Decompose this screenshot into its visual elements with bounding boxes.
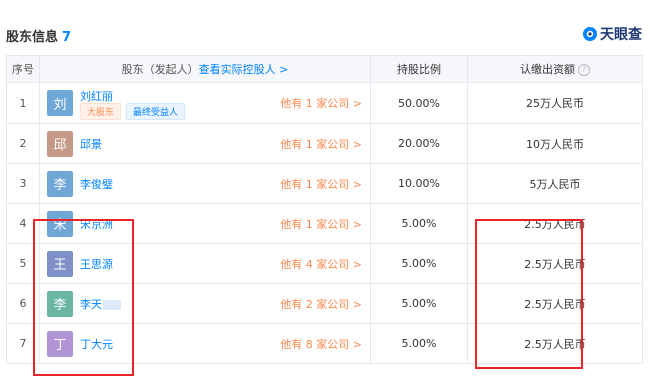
eye-logo-icon	[583, 27, 597, 41]
other-companies-link[interactable]: 他有 2 家公司 >	[280, 296, 362, 312]
major-shareholder-tag: 大股东	[80, 103, 122, 120]
other-companies-link[interactable]: 他有 1 家公司 >	[280, 136, 362, 152]
col-index-header: 序号	[6, 55, 40, 83]
other-companies-link[interactable]: 他有 4 家公司 >	[280, 256, 362, 272]
col-name-header: 股东（发起人）查看实际控股人 >	[39, 55, 371, 83]
table-row: 3 李 李俊璧 他有 1 家公司 > 10.00% 5万人民币	[6, 163, 643, 204]
row-index: 3	[6, 163, 40, 204]
col-ratio-header: 持股比例	[370, 55, 468, 83]
shareholder-count: 7	[62, 30, 72, 45]
capital-cell: 10万人民币	[467, 123, 643, 164]
tianyancha-logo[interactable]: 天眼查	[582, 24, 642, 44]
ratio-cell: 5.00%	[370, 203, 468, 244]
other-companies-link[interactable]: 他有 1 家公司 >	[280, 95, 362, 111]
ratio-cell: 5.00%	[370, 243, 468, 284]
other-companies-link[interactable]: 他有 1 家公司 >	[280, 216, 362, 232]
avatar: 刘	[47, 90, 73, 116]
avatar: 邱	[47, 130, 73, 157]
col-name-label: 股东（发起人）	[121, 63, 199, 76]
capital-cell: 25万人民币	[467, 82, 643, 124]
shareholder-tags: 大股东 最终受益人	[80, 103, 186, 120]
view-controller-link[interactable]: 查看实际控股人 >	[199, 63, 289, 76]
shareholder-cell: 刘 刘红丽 大股东 最终受益人 他有 1 家公司 >	[39, 82, 371, 124]
row-index: 1	[6, 82, 40, 124]
ratio-cell: 5.00%	[370, 323, 468, 364]
highlight-box-capital	[475, 219, 583, 369]
shareholder-cell: 邱 邱景 他有 1 家公司 >	[39, 123, 371, 164]
section-title: 股东信息 7	[6, 26, 71, 45]
ratio-cell: 20.00%	[370, 123, 468, 164]
table-row: 2 邱 邱景 他有 1 家公司 > 20.00% 10万人民币	[6, 123, 643, 164]
ratio-cell: 50.00%	[370, 82, 468, 124]
shareholder-name-link[interactable]: 邱景	[80, 136, 102, 152]
section-title-text: 股东信息	[6, 30, 59, 45]
beneficiary-tag: 最终受益人	[126, 103, 186, 120]
shareholder-name-link[interactable]: 刘红丽	[80, 88, 113, 104]
shareholder-cell: 李 李俊璧 他有 1 家公司 >	[39, 163, 371, 204]
capital-cell: 5万人民币	[467, 163, 643, 204]
shareholder-name-link[interactable]: 李俊璧	[80, 176, 113, 192]
table-row: 1 刘 刘红丽 大股东 最终受益人 他有 1 家公司 > 50.00% 25万人…	[6, 82, 643, 124]
other-companies-link[interactable]: 他有 1 家公司 >	[280, 176, 362, 192]
info-icon[interactable]: ?	[578, 64, 590, 76]
ratio-cell: 10.00%	[370, 163, 468, 204]
table-header-row: 序号 股东（发起人）查看实际控股人 > 持股比例 认缴出资额?	[6, 55, 643, 83]
ratio-cell: 5.00%	[370, 283, 468, 324]
col-capital-label: 认缴出资额	[520, 63, 575, 76]
col-capital-header: 认缴出资额?	[467, 55, 643, 83]
highlight-box-names	[33, 219, 134, 376]
row-index: 2	[6, 123, 40, 164]
logo-text: 天眼查	[600, 27, 642, 43]
avatar: 李	[47, 170, 73, 197]
other-companies-link[interactable]: 他有 8 家公司 >	[280, 336, 362, 352]
